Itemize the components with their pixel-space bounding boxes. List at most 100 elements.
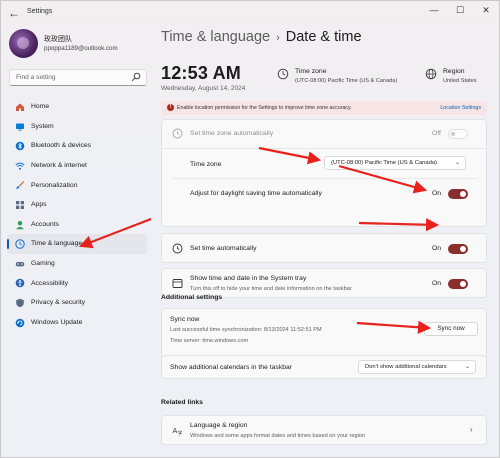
sidebar-item-label: Personalization: [31, 181, 78, 189]
sidebar-item-accounts[interactable]: Accounts: [7, 215, 147, 235]
current-time: 12:53 AM: [161, 63, 241, 83]
set-time-auto-state: On: [432, 245, 442, 252]
time-zone-label: Time zone: [190, 161, 222, 168]
sidebar-item-label: Windows Update: [31, 318, 83, 326]
set-time-auto-toggle[interactable]: [448, 244, 468, 254]
sidebar-item-network[interactable]: Network & internet: [7, 156, 147, 176]
daylight-saving-state: On: [432, 190, 442, 197]
app-title: Settings: [27, 8, 53, 15]
globe-clock-icon: [15, 239, 25, 249]
sidebar-item-label: Time & language: [31, 240, 83, 248]
chevron-right-icon: ›: [470, 425, 473, 434]
page-title: Date & time: [285, 29, 362, 45]
sidebar-item-label: Privacy & security: [31, 299, 86, 307]
sidebar-item-label: Accessibility: [31, 279, 69, 287]
search-icon: [131, 72, 141, 82]
sidebar-item-apps[interactable]: Apps: [7, 195, 147, 215]
user-email: ppoppa1189@outlook.com: [44, 45, 118, 52]
sidebar: 玫玫团队 ppoppa1189@outlook.com Find a setti…: [1, 25, 153, 457]
additional-calendars-card: Show additional calendars in the taskbar…: [161, 355, 487, 379]
globe-icon: [425, 68, 437, 80]
sidebar-item-label: Home: [31, 103, 50, 111]
system-icon: [16, 123, 24, 131]
time-zone-dropdown-value: (UTC-08:00) Pacific Time (US & Canada): [331, 160, 437, 166]
gamepad-icon: [15, 261, 25, 267]
sidebar-item-time-language[interactable]: Time & language: [7, 234, 147, 254]
time-zone-label: Time zone: [295, 68, 327, 75]
apps-icon: [16, 200, 24, 209]
brush-icon: [16, 181, 25, 190]
daylight-saving-toggle[interactable]: [448, 189, 468, 199]
location-settings-link[interactable]: Location Settings: [440, 105, 481, 111]
sidebar-item-label: Gaming: [31, 260, 55, 268]
language-region-link[interactable]: A字 Language & region Windows and some ap…: [161, 415, 487, 445]
set-time-zone-auto-label: Set time zone automatically: [190, 130, 274, 137]
sync-now-title: Sync now: [170, 316, 200, 323]
search-placeholder: Find a setting: [16, 74, 56, 81]
system-tray-state: On: [432, 280, 442, 287]
breadcrumb-separator: ›: [276, 32, 280, 44]
minimize-icon[interactable]: —: [421, 1, 447, 21]
wifi-icon: [15, 162, 25, 170]
divider: [172, 178, 478, 179]
sidebar-item-accessibility[interactable]: Accessibility: [7, 273, 147, 293]
language-icon: A字: [173, 427, 183, 436]
chevron-down-icon: ⌄: [454, 160, 460, 166]
update-icon: [15, 318, 25, 327]
divider: [162, 148, 486, 149]
set-time-auto-card: Set time automatically On: [161, 233, 487, 263]
additional-settings-heading: Additional settings: [161, 294, 223, 301]
system-tray-sub: Turn this off to hide your time and date…: [190, 286, 352, 292]
breadcrumb: Time & language › Date & time: [161, 29, 362, 45]
calendar-clock-icon: [172, 279, 183, 288]
sidebar-nav: Home System Bluetooth & devices Network …: [7, 97, 147, 332]
settings-window: ← Settings — ☐ ✕ 玫玫团队 ppoppa1189@outlook…: [0, 0, 500, 458]
sidebar-item-label: System: [31, 122, 54, 130]
time-zone-dropdown[interactable]: (UTC-08:00) Pacific Time (US & Canada) ⌄: [324, 156, 466, 170]
avatar[interactable]: [9, 29, 38, 58]
clock-icon: [172, 243, 183, 254]
banner-text: Enable location permission for the Setti…: [177, 105, 352, 111]
time-zone-card: Set time zone automatically Off Time zon…: [161, 119, 487, 227]
sidebar-item-personalization[interactable]: Personalization: [7, 175, 147, 195]
accessibility-icon: [15, 279, 25, 288]
home-icon: [16, 103, 24, 111]
set-time-auto-label: Set time automatically: [190, 245, 257, 252]
maximize-icon[interactable]: ☐: [447, 1, 473, 21]
alert-icon: !: [167, 104, 174, 111]
region-label: Region: [443, 68, 465, 75]
sidebar-item-system[interactable]: System: [7, 117, 147, 137]
close-icon[interactable]: ✕: [473, 1, 499, 21]
last-sync-text: Last successful time synchronization: 8/…: [170, 327, 322, 333]
chevron-down-icon: ⌄: [464, 364, 470, 370]
sidebar-item-bluetooth[interactable]: Bluetooth & devices: [7, 136, 147, 156]
back-arrow-icon[interactable]: ←: [7, 6, 21, 20]
breadcrumb-parent[interactable]: Time & language: [161, 29, 270, 45]
location-clock-icon: [172, 128, 183, 139]
sync-now-button[interactable]: Sync now: [424, 322, 478, 336]
main-content: Time & language › Date & time 12:53 AM Wed…: [153, 25, 499, 457]
sidebar-item-privacy[interactable]: Privacy & security: [7, 293, 147, 313]
sidebar-item-home[interactable]: Home: [7, 97, 147, 117]
shield-icon: [16, 298, 24, 308]
current-date: Wednesday, August 14, 2024: [161, 85, 246, 92]
sidebar-item-windows-update[interactable]: Windows Update: [7, 313, 147, 333]
additional-calendars-value: Don't show additional calendars: [365, 364, 447, 370]
sidebar-item-label: Accounts: [31, 220, 59, 228]
window-controls: — ☐ ✕: [421, 1, 499, 25]
sidebar-item-gaming[interactable]: Gaming: [7, 254, 147, 274]
language-region-sub: Windows and some apps format dates and t…: [190, 433, 366, 439]
daylight-saving-label: Adjust for daylight saving time automati…: [190, 190, 322, 197]
search-input[interactable]: Find a setting: [9, 69, 147, 86]
time-zone-value: (UTC-08:00) Pacific Time (US & Canada): [295, 78, 398, 84]
set-time-zone-auto-state: Off: [432, 130, 441, 137]
set-time-zone-auto-toggle[interactable]: [448, 129, 468, 139]
related-links-heading: Related links: [161, 399, 203, 406]
language-region-title: Language & region: [190, 422, 248, 429]
location-permission-banner: ! Enable location permission for the Set…: [161, 101, 487, 115]
system-tray-toggle[interactable]: [448, 279, 468, 289]
bluetooth-icon: [15, 141, 25, 151]
user-name: 玫玫团队: [44, 36, 72, 43]
additional-calendars-dropdown[interactable]: Don't show additional calendars ⌄: [358, 360, 476, 374]
globe-clock-icon: [277, 68, 289, 80]
